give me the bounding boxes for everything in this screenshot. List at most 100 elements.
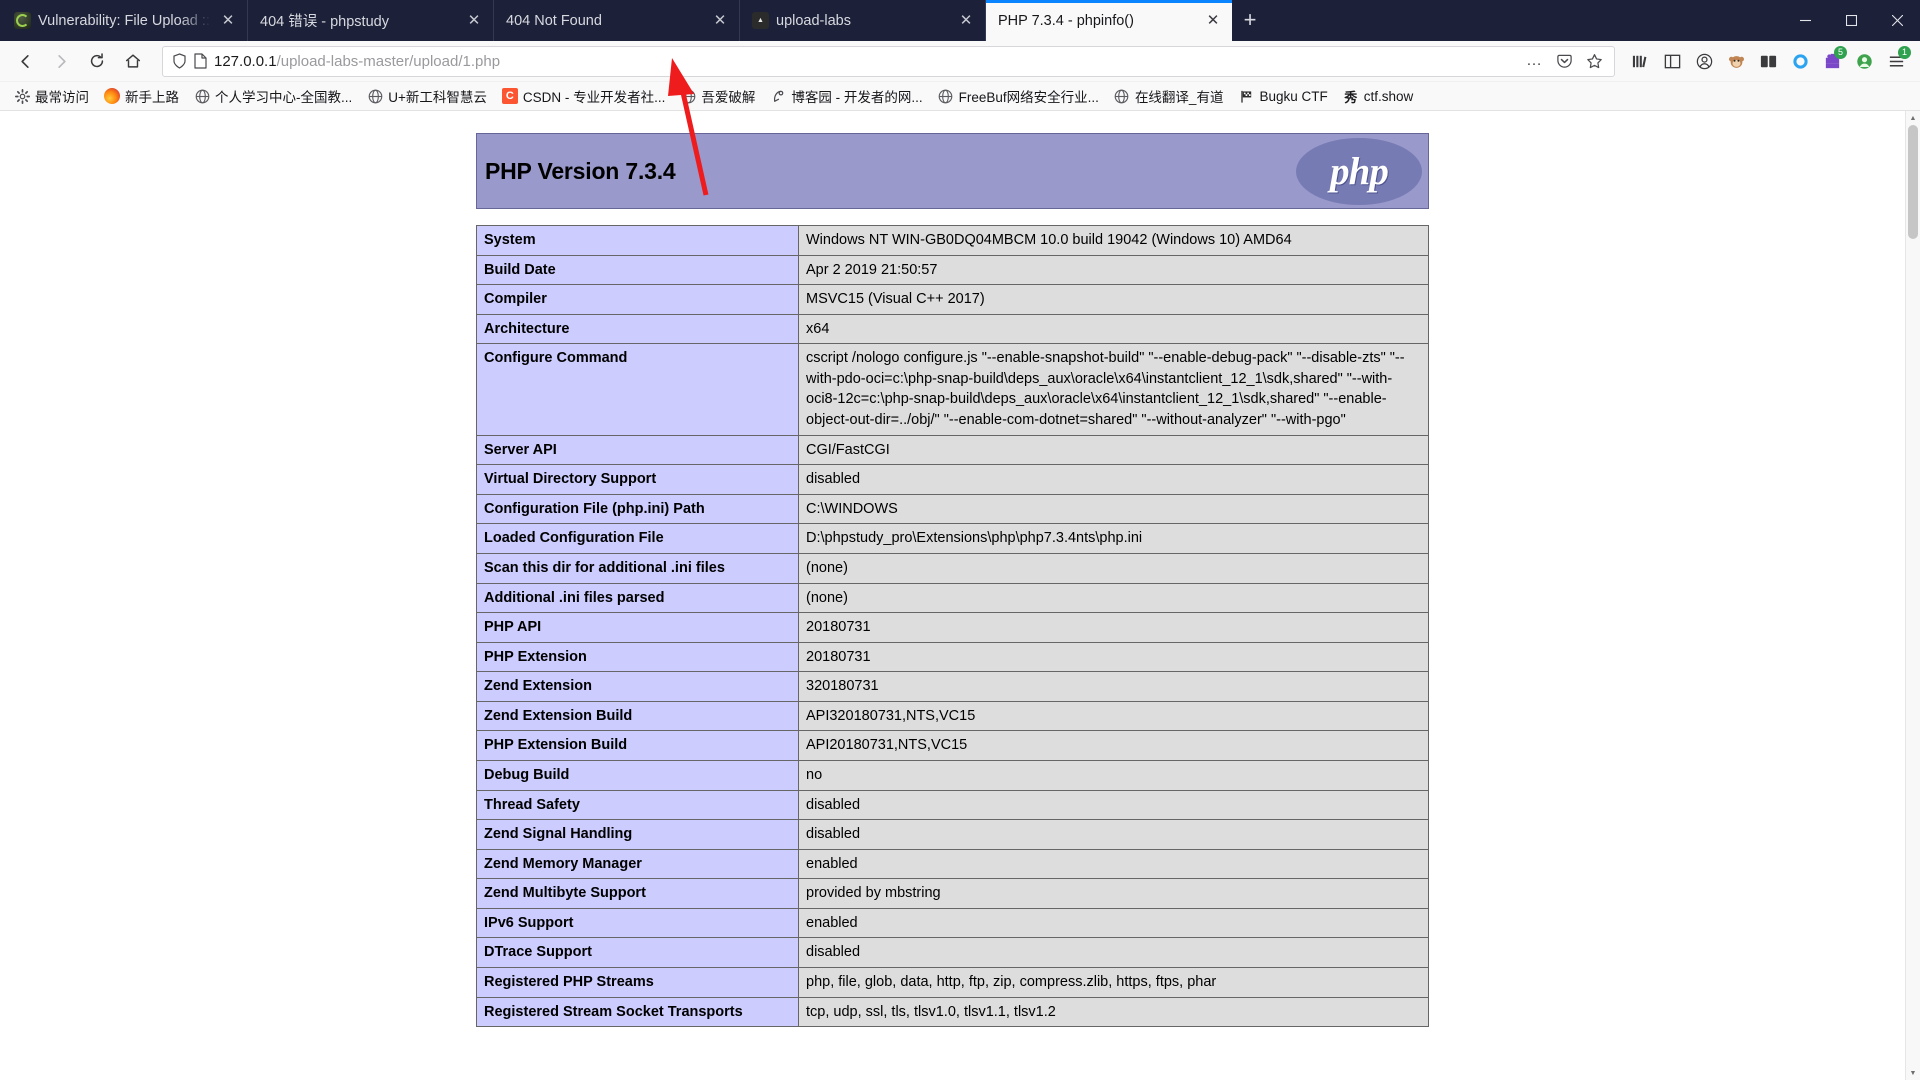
tab-title: 404 错误 - phpstudy bbox=[260, 14, 389, 30]
php-logo-text: php bbox=[1330, 149, 1389, 193]
bookmark-item-7[interactable]: FreeBuf网络安全行业... bbox=[931, 83, 1106, 109]
browser-tab-4-active[interactable]: PHP 7.3.4 - phpinfo() ✕ bbox=[986, 0, 1232, 41]
table-cell-value: (none) bbox=[798, 582, 1429, 614]
bookmark-label: 博客园 - 开发者的网... bbox=[791, 90, 923, 105]
ctfshow-icon: 秀 bbox=[1344, 89, 1358, 105]
url-host: 127.0.0.1 bbox=[214, 52, 277, 70]
bookmark-item-3[interactable]: U+新工科智慧云 bbox=[360, 83, 494, 109]
close-icon[interactable]: ✕ bbox=[956, 11, 976, 31]
bookmark-star-icon[interactable] bbox=[1580, 48, 1608, 75]
page-icon[interactable] bbox=[194, 53, 207, 69]
globe-icon bbox=[938, 88, 954, 104]
containers-icon[interactable] bbox=[1753, 45, 1784, 77]
table-row: PHP API 20180731 bbox=[476, 612, 1429, 643]
phpinfo-container: PHP Version 7.3.4 php System Windows NT W… bbox=[476, 133, 1429, 1028]
table-cell-value: 320180731 bbox=[798, 671, 1429, 702]
bookmark-item-9[interactable]: Bugku CTF bbox=[1231, 85, 1334, 107]
table-cell-value: C:\WINDOWS bbox=[798, 493, 1429, 525]
menu-icon[interactable]: 1 bbox=[1881, 45, 1912, 77]
table-cell-key: PHP Extension Build bbox=[476, 730, 799, 761]
back-button[interactable] bbox=[8, 45, 42, 77]
puzzle-badge: 5 bbox=[1834, 46, 1847, 59]
table-cell-value: cscript /nologo configure.js "--enable-s… bbox=[798, 343, 1429, 436]
browser-tab-2[interactable]: 404 Not Found ✕ bbox=[494, 0, 740, 41]
bookmarks-bar: 最常访问 新手上路 个人学习中心-全国教... U+新工科智慧云 C CSDN … bbox=[0, 82, 1920, 111]
bookmark-label: 吾爱破解 bbox=[701, 90, 756, 105]
forward-button[interactable] bbox=[44, 45, 78, 77]
table-cell-value: D:\phpstudy_pro\Extensions\php\php7.3.4n… bbox=[798, 523, 1429, 554]
table-cell-value: Apr 2 2019 21:50:57 bbox=[798, 254, 1429, 286]
browser-tab-3[interactable]: upload-labs ✕ bbox=[740, 0, 986, 41]
bookmark-label: 新手上路 bbox=[125, 90, 179, 105]
table-cell-key: Registered Stream Socket Transports bbox=[476, 996, 799, 1028]
maximize-button[interactable] bbox=[1828, 0, 1874, 41]
page-actions-icon[interactable]: … bbox=[1520, 48, 1548, 75]
table-row: IPv6 Support enabled bbox=[476, 907, 1429, 939]
bookmark-item-0[interactable]: 最常访问 bbox=[7, 83, 96, 109]
bookmark-item-5[interactable]: 吾爱破解 bbox=[673, 83, 762, 109]
close-window-button[interactable] bbox=[1874, 0, 1920, 41]
library-icon[interactable] bbox=[1625, 45, 1656, 77]
table-cell-key: Virtual Directory Support bbox=[476, 464, 799, 495]
account-icon[interactable] bbox=[1689, 45, 1720, 77]
firefox-icon bbox=[104, 88, 120, 104]
reload-button[interactable] bbox=[80, 45, 114, 77]
tab-title: upload-labs bbox=[776, 12, 851, 29]
phpinfo-table-body: System Windows NT WIN-GB0DQ04MBCM 10.0 bu… bbox=[476, 225, 1429, 1028]
page-title: PHP Version 7.3.4 bbox=[485, 157, 676, 184]
scrollbar-thumb[interactable] bbox=[1908, 125, 1918, 239]
url-actions: … bbox=[1520, 48, 1608, 75]
table-row: Build Date Apr 2 2019 21:50:57 bbox=[476, 254, 1429, 286]
bookmark-label: 最常访问 bbox=[35, 90, 89, 105]
csdn-icon: C bbox=[501, 88, 518, 104]
minimize-button[interactable] bbox=[1782, 0, 1828, 41]
monkey-icon[interactable] bbox=[1721, 45, 1752, 77]
php-logo-icon: php bbox=[1296, 137, 1422, 205]
new-tab-button[interactable]: + bbox=[1232, 2, 1268, 38]
table-row: Zend Memory Manager enabled bbox=[476, 848, 1429, 880]
bookmark-item-10[interactable]: 秀 ctf.show bbox=[1336, 85, 1421, 107]
puzzle-icon[interactable]: 5 bbox=[1817, 45, 1848, 77]
close-icon[interactable]: ✕ bbox=[464, 11, 484, 31]
url-input[interactable]: 127.0.0.1/upload-labs-master/upload/1.ph… bbox=[214, 53, 1513, 70]
table-cell-key: Zend Multibyte Support bbox=[476, 878, 799, 909]
table-row: Registered PHP Streams php, file, glob, d… bbox=[476, 967, 1429, 998]
bookmark-item-4[interactable]: C CSDN - 专业开发者社... bbox=[495, 83, 673, 109]
bookmark-item-2[interactable]: 个人学习中心-全国教... bbox=[187, 83, 359, 109]
shield-icon[interactable] bbox=[172, 53, 187, 69]
table-cell-key: PHP Extension bbox=[476, 641, 799, 673]
bookmark-item-1[interactable]: 新手上路 bbox=[97, 83, 186, 109]
table-cell-value: provided by mbstring bbox=[798, 878, 1429, 909]
table-row: PHP Extension 20180731 bbox=[476, 641, 1429, 673]
table-cell-value: CGI/FastCGI bbox=[798, 434, 1429, 466]
tab-strip: Vulnerability: File Upload :: D ✕ 404 错误… bbox=[0, 0, 1920, 41]
browser-tab-1[interactable]: 404 错误 - phpstudy ✕ bbox=[248, 0, 494, 41]
close-icon[interactable]: ✕ bbox=[218, 11, 238, 31]
home-button[interactable] bbox=[116, 45, 150, 77]
table-row: Configuration File (php.ini) Path C:\WIND… bbox=[476, 493, 1429, 525]
bookmark-item-8[interactable]: 在线翻译_有道 bbox=[1107, 83, 1231, 109]
scroll-down-arrow[interactable]: ▼ bbox=[1906, 1066, 1920, 1080]
table-cell-value: (none) bbox=[798, 552, 1429, 584]
sidebar-icon[interactable] bbox=[1657, 45, 1688, 77]
url-bar[interactable]: 127.0.0.1/upload-labs-master/upload/1.ph… bbox=[162, 45, 1615, 77]
globe-icon bbox=[194, 88, 210, 104]
bookmark-item-6[interactable]: 博客园 - 开发者的网... bbox=[763, 83, 929, 109]
gear-icon bbox=[14, 88, 30, 104]
table-row: Zend Signal Handling disabled bbox=[476, 819, 1429, 850]
table-cell-key: DTrace Support bbox=[476, 937, 799, 969]
browser-tab-0[interactable]: Vulnerability: File Upload :: D ✕ bbox=[2, 0, 248, 41]
pocket-icon[interactable] bbox=[1550, 48, 1578, 75]
table-cell-key: Compiler bbox=[476, 284, 799, 315]
close-icon[interactable]: ✕ bbox=[710, 11, 730, 31]
avatar-icon[interactable] bbox=[1849, 45, 1880, 77]
scroll-up-arrow[interactable]: ▲ bbox=[1906, 111, 1920, 125]
page-scrollbar[interactable]: ▲ ▼ bbox=[1905, 111, 1920, 1080]
close-icon[interactable]: ✕ bbox=[1203, 11, 1223, 31]
table-cell-key: Zend Extension bbox=[476, 671, 799, 702]
bookmark-label: CSDN - 专业开发者社... bbox=[522, 90, 666, 105]
circle-icon[interactable] bbox=[1785, 45, 1816, 77]
table-cell-key: Architecture bbox=[476, 313, 799, 345]
table-cell-value: no bbox=[798, 759, 1429, 791]
table-cell-key: Zend Signal Handling bbox=[476, 819, 799, 850]
